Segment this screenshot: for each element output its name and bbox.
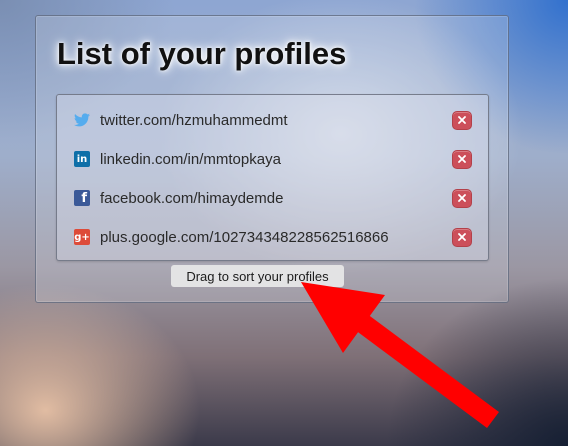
close-icon bbox=[458, 233, 466, 241]
profiles-panel: List of your profiles twitter.com/hzmuha… bbox=[35, 15, 509, 303]
profile-url: plus.google.com/102734348228562516866 bbox=[100, 228, 389, 246]
list-item[interactable]: in linkedin.com/in/mmtopkaya bbox=[57, 139, 488, 179]
facebook-icon: f bbox=[74, 190, 90, 206]
profile-url: linkedin.com/in/mmtopkaya bbox=[100, 150, 281, 168]
sortable-profile-list[interactable]: twitter.com/hzmuhammedmt in linkedin.com… bbox=[56, 94, 489, 261]
twitter-icon bbox=[74, 112, 90, 128]
remove-profile-button[interactable] bbox=[452, 110, 472, 130]
profile-url: twitter.com/hzmuhammedmt bbox=[100, 111, 288, 129]
close-icon bbox=[458, 116, 466, 124]
close-icon bbox=[458, 155, 466, 163]
remove-profile-button[interactable] bbox=[452, 188, 472, 208]
list-item[interactable]: f facebook.com/himaydemde bbox=[57, 178, 488, 218]
close-icon bbox=[458, 194, 466, 202]
google-plus-icon: g+ bbox=[74, 229, 90, 245]
remove-profile-button[interactable] bbox=[452, 227, 472, 247]
linkedin-glyph: in bbox=[76, 153, 88, 165]
page-title: List of your profiles bbox=[57, 36, 347, 71]
linkedin-icon: in bbox=[74, 151, 90, 167]
drag-to-sort-hint: Drag to sort your profiles bbox=[171, 265, 344, 287]
remove-profile-button[interactable] bbox=[452, 149, 472, 169]
google-plus-glyph: g+ bbox=[74, 231, 90, 243]
facebook-glyph: f bbox=[81, 191, 87, 206]
profile-url: facebook.com/himaydemde bbox=[100, 189, 284, 207]
list-item[interactable]: g+ plus.google.com/102734348228562516866 bbox=[57, 217, 488, 257]
list-item[interactable]: twitter.com/hzmuhammedmt bbox=[57, 100, 488, 140]
